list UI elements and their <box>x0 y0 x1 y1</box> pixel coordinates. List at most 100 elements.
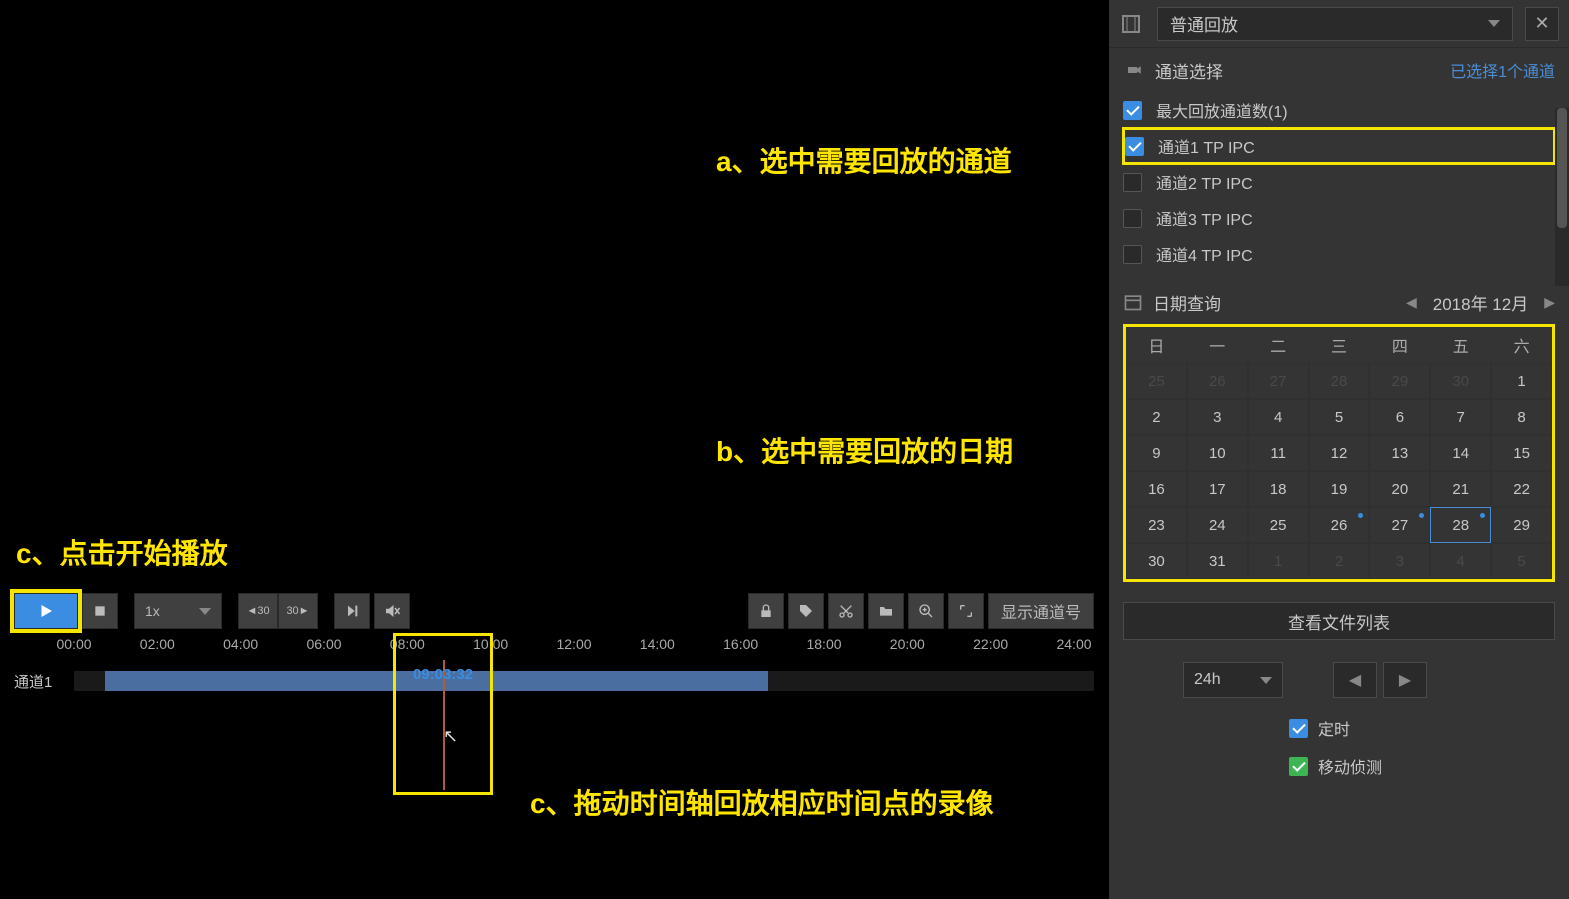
calendar-day[interactable]: 31 <box>1187 543 1248 579</box>
time-tick: 06:00 <box>306 636 341 652</box>
channel-checkbox[interactable] <box>1125 137 1144 156</box>
calendar-day[interactable]: 10 <box>1187 435 1248 471</box>
time-tick: 12:00 <box>556 636 591 652</box>
calendar-day[interactable]: 9 <box>1126 435 1187 471</box>
cut-button[interactable] <box>828 593 864 629</box>
scrollbar-thumb[interactable] <box>1557 108 1567 228</box>
date-section-title: 日期查询 <box>1153 290 1221 315</box>
channel-item[interactable]: 通道1 TP IPC <box>1123 128 1555 164</box>
calendar-day[interactable]: 14 <box>1430 435 1491 471</box>
channel-scrollbar[interactable] <box>1555 108 1569 286</box>
close-button[interactable]: ✕ <box>1525 7 1559 41</box>
calendar-day[interactable]: 13 <box>1369 435 1430 471</box>
calendar-day[interactable]: 25 <box>1248 507 1309 543</box>
calendar-day[interactable]: 20 <box>1369 471 1430 507</box>
time-ruler[interactable]: 00:0002:0004:0006:0008:0010:0012:0014:00… <box>74 636 1094 662</box>
fullscreen-button[interactable] <box>948 593 984 629</box>
calendar-day[interactable]: 15 <box>1491 435 1552 471</box>
playback-mode-select[interactable]: 普通回放 <box>1157 7 1513 41</box>
date-section: 日期查询 ◀ 2018年 12月 ▶ 日一二三四五六 2526272829301… <box>1109 282 1569 582</box>
step-button[interactable] <box>334 593 370 629</box>
range-next-button[interactable]: ▶ <box>1383 662 1427 698</box>
time-tick: 22:00 <box>973 636 1008 652</box>
time-tick: 04:00 <box>223 636 258 652</box>
calendar-icon <box>1123 292 1143 312</box>
chevron-down-icon <box>1260 677 1272 684</box>
annotation-a: a、选中需要回放的通道 <box>716 140 1012 180</box>
calendar-day[interactable]: 23 <box>1126 507 1187 543</box>
calendar-day[interactable]: 17 <box>1187 471 1248 507</box>
back-30s-button[interactable]: ◄30 <box>238 593 278 629</box>
calendar-weekday: 日 <box>1126 327 1187 363</box>
time-range-select[interactable]: 24h <box>1183 662 1283 698</box>
forward-30s-button[interactable]: 30► <box>278 593 318 629</box>
calendar-day[interactable]: 7 <box>1430 399 1491 435</box>
calendar-day[interactable]: 28 <box>1430 507 1491 543</box>
filter-motion-row[interactable]: 移动侦测 <box>1289 754 1569 778</box>
calendar-day[interactable]: 2 <box>1126 399 1187 435</box>
calendar-day[interactable]: 3 <box>1187 399 1248 435</box>
month-next-button[interactable]: ▶ <box>1544 294 1555 311</box>
calendar-day[interactable]: 29 <box>1491 507 1552 543</box>
camera-icon <box>1123 61 1145 79</box>
lock-button[interactable] <box>748 593 784 629</box>
time-tick: 08:00 <box>390 636 425 652</box>
channel-list: 最大回放通道数(1) 通道1 TP IPC通道2 TP IPC通道3 TP IP… <box>1109 92 1569 272</box>
recording-segment[interactable] <box>105 671 768 691</box>
calendar-weekday: 三 <box>1309 327 1370 363</box>
channel-checkbox[interactable] <box>1123 245 1142 264</box>
current-month-label: 2018年 12月 <box>1433 290 1528 315</box>
calendar-day[interactable]: 8 <box>1491 399 1552 435</box>
playback-toolbar: 1x ◄30 30► 显示通道号 <box>14 592 1094 630</box>
channel-item[interactable]: 通道4 TP IPC <box>1123 236 1555 272</box>
timeline-channel-label: 通道1 <box>14 671 74 692</box>
calendar-day[interactable]: 19 <box>1309 471 1370 507</box>
calendar-day[interactable]: 5 <box>1309 399 1370 435</box>
timeline-row: 通道1 <box>14 668 1094 694</box>
calendar-day[interactable]: 22 <box>1491 471 1552 507</box>
calendar-weekday: 六 <box>1491 327 1552 363</box>
max-channels-row[interactable]: 最大回放通道数(1) <box>1123 92 1555 128</box>
speed-select[interactable]: 1x <box>134 593 222 629</box>
stop-button[interactable] <box>82 593 118 629</box>
calendar-day: 25 <box>1126 363 1187 399</box>
zoom-button[interactable] <box>908 593 944 629</box>
calendar-day[interactable]: 30 <box>1126 543 1187 579</box>
calendar-day[interactable]: 18 <box>1248 471 1309 507</box>
calendar-day[interactable]: 4 <box>1248 399 1309 435</box>
annotation-c-drag: c、拖动时间轴回放相应时间点的录像 <box>530 782 994 822</box>
folder-button[interactable] <box>868 593 904 629</box>
filter-timed-checkbox[interactable] <box>1289 719 1308 738</box>
channel-item[interactable]: 通道2 TP IPC <box>1123 164 1555 200</box>
month-prev-button[interactable]: ◀ <box>1406 294 1417 311</box>
mute-button[interactable] <box>374 593 410 629</box>
time-tick: 00:00 <box>56 636 91 652</box>
calendar-day[interactable]: 11 <box>1248 435 1309 471</box>
calendar-day[interactable]: 27 <box>1369 507 1430 543</box>
range-prev-button[interactable]: ◀ <box>1333 662 1377 698</box>
panel-header: 普通回放 ✕ <box>1109 0 1569 48</box>
calendar-day[interactable]: 12 <box>1309 435 1370 471</box>
selected-channels-link[interactable]: 已选择1个通道 <box>1450 58 1555 82</box>
calendar-day[interactable]: 6 <box>1369 399 1430 435</box>
filter-timed-row[interactable]: 定时 <box>1289 716 1569 740</box>
show-channel-button[interactable]: 显示通道号 <box>988 593 1094 629</box>
calendar-day[interactable]: 16 <box>1126 471 1187 507</box>
play-button[interactable] <box>14 593 78 629</box>
max-channels-checkbox[interactable] <box>1123 101 1142 120</box>
channel-section-title: 通道选择 <box>1155 58 1223 83</box>
filter-motion-checkbox[interactable] <box>1289 757 1308 776</box>
channel-checkbox[interactable] <box>1123 209 1142 228</box>
channel-item[interactable]: 通道3 TP IPC <box>1123 200 1555 236</box>
tag-button[interactable] <box>788 593 824 629</box>
calendar-day[interactable]: 1 <box>1491 363 1552 399</box>
timeline-track[interactable] <box>74 671 1094 691</box>
calendar-day[interactable]: 26 <box>1309 507 1370 543</box>
calendar-day[interactable]: 24 <box>1187 507 1248 543</box>
range-row: 24h ◀ ▶ <box>1123 662 1555 698</box>
view-files-button[interactable]: 查看文件列表 <box>1123 602 1555 640</box>
calendar-day[interactable]: 21 <box>1430 471 1491 507</box>
side-panel: 普通回放 ✕ 通道选择 已选择1个通道 最大回放通道数(1) 通道1 TP IP… <box>1109 0 1569 899</box>
calendar-day: 30 <box>1430 363 1491 399</box>
channel-checkbox[interactable] <box>1123 173 1142 192</box>
